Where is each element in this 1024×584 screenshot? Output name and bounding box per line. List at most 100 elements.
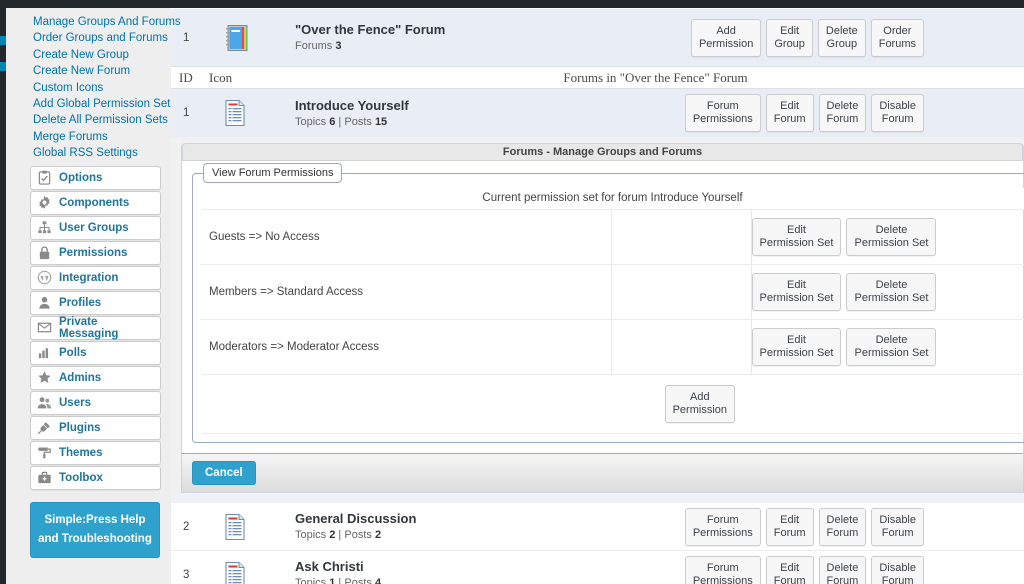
sidebar-item-admins[interactable]: Admins (30, 365, 161, 390)
disable-forum-button[interactable]: Disable Forum (871, 507, 924, 546)
sidebar-item-plugins[interactable]: Plugins (30, 415, 161, 440)
btn-line2: Forum (881, 574, 914, 584)
posts-label: Posts (344, 529, 372, 541)
forum-permissions-button[interactable]: Forum Permissions (684, 555, 761, 584)
btn-line2: Permission Set (854, 292, 929, 304)
delete-permission-set-button[interactable]: Delete Permission Set (846, 273, 937, 311)
permission-spacer (611, 264, 752, 320)
sidebar-link-global-rss-settings[interactable]: Global RSS Settings (16, 145, 161, 161)
add-permission-button[interactable]: Add Permission (664, 385, 735, 423)
btn-line2: Permission Set (759, 347, 834, 359)
rail-accent-marker (0, 36, 6, 45)
forum-permissions-button[interactable]: Forum Permissions (684, 94, 761, 132)
sidebar-link-add-global-permission-set[interactable]: Add Global Permission Set (16, 96, 170, 112)
delete-forum-button[interactable]: Delete Forum (818, 507, 867, 546)
forum-permissions-button[interactable]: Forum Permissions (684, 507, 761, 546)
btn-line2: Group (774, 37, 805, 50)
btn-line1: Delete (826, 100, 859, 112)
delete-forum-button[interactable]: Delete Forum (818, 555, 867, 584)
sidebar-link-create-new-forum[interactable]: Create New Forum (16, 63, 161, 79)
topics-label: Topics (295, 577, 327, 584)
posts-count: 4 (374, 577, 382, 584)
forum-row[interactable]: 3 Ask Christi Topics 1 | Posts 4 Forum Pe… (171, 551, 1024, 584)
btn-line1: Edit (780, 561, 800, 574)
btn-line1: Add (690, 391, 710, 403)
sidebar-item-themes[interactable]: Themes (30, 440, 161, 465)
btn-line2: Forum (826, 113, 859, 125)
sidebar-item-polls[interactable]: Polls (30, 340, 161, 365)
sidebar-link-create-new-group[interactable]: Create New Group (16, 47, 161, 63)
sidebar-link-order-groups-and-forums[interactable]: Order Groups and Forums (16, 30, 168, 46)
sidebar-item-permissions[interactable]: Permissions (30, 240, 161, 265)
order-forums-button[interactable]: Order Forums (870, 18, 924, 57)
sidebar-link-custom-icons[interactable]: Custom Icons (16, 80, 161, 96)
sidebar-item-integration[interactable]: Integration (30, 265, 161, 290)
help-and-troubleshooting-button[interactable]: Simple:Press Help and Troubleshooting (30, 501, 160, 558)
sidebar-item-user-groups[interactable]: User Groups (30, 215, 161, 240)
forum-icon (225, 99, 245, 127)
btn-line2: Permission Set (854, 347, 929, 359)
sidebar-item-components[interactable]: Components (30, 190, 161, 215)
permission-label: Moderators => Moderator Access (201, 319, 612, 375)
forum-group-row[interactable]: 1 "Over the Fence" Forum Forums 3 Add Per… (171, 9, 1024, 67)
fieldset-legend: View Forum Permissions (203, 163, 343, 183)
btn-line2: Forum (826, 574, 859, 584)
forum-row[interactable]: 2 General Discussion Topics 2 | Posts 2 … (171, 503, 1024, 551)
edit-permission-set-button[interactable]: Edit Permission Set (751, 273, 842, 311)
permission-actions: Edit Permission Set Delete Permission Set (751, 209, 1024, 265)
disable-forum-button[interactable]: Disable Forum (871, 94, 924, 132)
delete-forum-button[interactable]: Delete Forum (818, 94, 867, 132)
permission-label: Guests => No Access (201, 209, 612, 265)
btn-line2: Permission (672, 404, 727, 416)
edit-permission-set-button[interactable]: Edit Permission Set (751, 218, 842, 256)
btn-line2: Forum (773, 526, 806, 539)
delete-group-button[interactable]: Delete Group (817, 18, 866, 57)
panel-footer: Cancel (182, 453, 1023, 492)
permission-row: Members => Standard Access Edit Permissio… (201, 264, 1024, 320)
edit-forum-button[interactable]: Edit Forum (765, 555, 814, 584)
sidebar-link-delete-all-permission-sets[interactable]: Delete All Permission Sets (16, 112, 168, 128)
sidebar-item-profiles[interactable]: Profiles (30, 290, 161, 315)
sidebar-item-label: Toolbox (59, 471, 103, 484)
permission-row: Moderators => Moderator Access Edit Permi… (201, 319, 1024, 375)
sidebar-item-private-messaging[interactable]: Private Messaging (30, 315, 161, 340)
permission-spacer (611, 209, 752, 265)
sidebar-item-toolbox[interactable]: Toolbox (30, 465, 161, 490)
forum-row-id: 2 (183, 520, 190, 533)
group-row-title: "Over the Fence" Forum (295, 22, 446, 37)
edit-forum-button[interactable]: Edit Forum (765, 507, 814, 546)
sidebar-item-label: Profiles (59, 296, 102, 309)
btn-line1: Edit (787, 334, 806, 346)
posts-label: Posts (344, 577, 372, 584)
sidebar-item-label: Plugins (59, 421, 101, 434)
btn-line2: Forum (826, 526, 859, 539)
sidebar-item-users[interactable]: Users (30, 390, 161, 415)
btn-line2: Permission (698, 37, 754, 50)
btn-line1: Delete (826, 513, 859, 526)
disable-forum-button[interactable]: Disable Forum (871, 555, 924, 584)
btn-line2: Permission Set (854, 237, 929, 249)
btn-line1: Disable (879, 100, 916, 112)
btn-line2: Forums (878, 37, 916, 50)
sidebar-item-options[interactable]: Options (30, 165, 161, 190)
group-meta-label: Forums (295, 40, 333, 52)
delete-permission-set-button[interactable]: Delete Permission Set (846, 218, 937, 256)
cancel-button[interactable]: Cancel (192, 461, 256, 485)
sidebar-link-merge-forums[interactable]: Merge Forums (16, 129, 161, 145)
btn-line1: Edit (780, 24, 800, 37)
edit-group-button[interactable]: Edit Group (766, 18, 813, 57)
btn-line2: Permissions (692, 113, 753, 125)
delete-permission-set-button[interactable]: Delete Permission Set (846, 328, 937, 366)
add-permission-button[interactable]: Add Permission (690, 18, 762, 57)
forum-row[interactable]: 1 Introduce Yourself Topics 6 | Posts 15… (171, 89, 1024, 137)
star-icon (38, 371, 51, 384)
forum-row-meta: Topics 2 | Posts 2 (295, 529, 382, 541)
edit-forum-button[interactable]: Edit Forum (765, 94, 814, 132)
edit-permission-set-button[interactable]: Edit Permission Set (751, 328, 842, 366)
group-row-id: 1 (183, 31, 190, 44)
forum-header-icon: Icon (209, 70, 233, 85)
btn-line1: Disable (879, 561, 916, 574)
forum-row-icon-cell (209, 561, 295, 584)
sidebar-link-manage-groups-and-forums[interactable]: Manage Groups And Forums (16, 14, 181, 30)
sidebar-item-label: Admins (59, 371, 102, 384)
